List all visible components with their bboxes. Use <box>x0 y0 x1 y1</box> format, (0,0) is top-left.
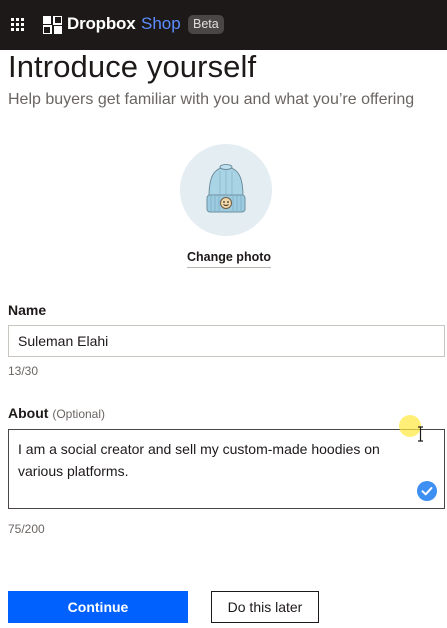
name-input[interactable] <box>8 325 445 357</box>
text-cursor-icon <box>418 426 423 442</box>
beta-badge: Beta <box>188 15 224 34</box>
profile-photo <box>180 144 272 236</box>
name-label: Name <box>8 302 47 318</box>
top-bar: Dropbox Shop Beta <box>0 0 447 50</box>
continue-button[interactable]: Continue <box>8 591 188 623</box>
check-circle-icon <box>417 481 437 501</box>
name-char-counter: 13/30 <box>8 364 39 378</box>
about-label-text: About <box>8 405 49 421</box>
page-title: Introduce yourself <box>8 49 257 84</box>
do-this-later-button[interactable]: Do this later <box>211 591 319 623</box>
app-grid-icon[interactable] <box>11 18 25 32</box>
page-subtitle: Help buyers get familiar with you and wh… <box>8 91 415 108</box>
dropbox-logo-icon[interactable] <box>43 16 62 34</box>
about-optional-hint: (Optional) <box>52 407 106 421</box>
brand-name[interactable]: Dropbox <box>67 14 136 34</box>
about-text-value[interactable]: I am a social creator and sell my custom… <box>18 438 418 482</box>
change-photo-button[interactable]: Change photo <box>187 250 272 268</box>
brand-shop-label[interactable]: Shop <box>141 14 181 34</box>
beanie-hat-image <box>206 164 246 213</box>
about-char-counter: 75/200 <box>8 522 45 536</box>
about-label: About (Optional) <box>8 405 105 421</box>
about-textarea[interactable]: I am a social creator and sell my custom… <box>8 429 445 509</box>
